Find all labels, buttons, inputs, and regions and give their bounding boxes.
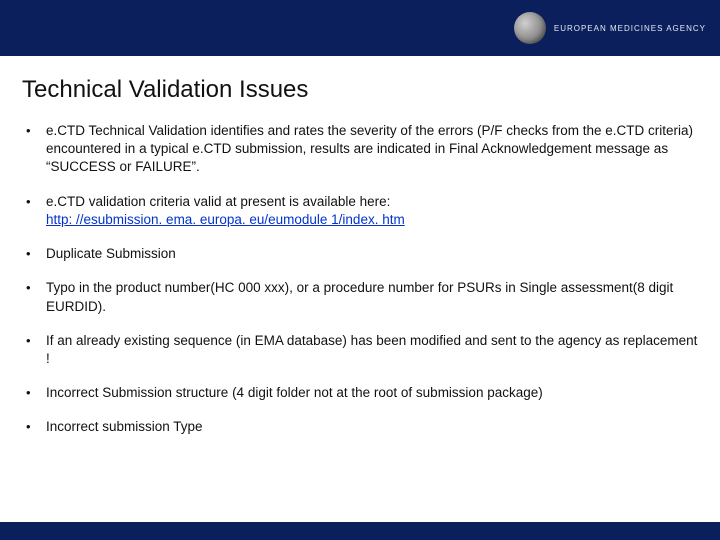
bullet-list: e.CTD Technical Validation identifies an… [22,122,698,437]
list-item: Incorrect Submission structure (4 digit … [22,384,698,402]
bullet-text: If an already existing sequence (in EMA … [46,333,697,366]
list-item: Incorrect submission Type [22,418,698,436]
list-item: Duplicate Submission [22,245,698,263]
bullet-text: Incorrect Submission structure (4 digit … [46,385,543,400]
slide-content: Technical Validation Issues e.CTD Techni… [0,56,720,437]
agency-label: EUROPEAN MEDICINES AGENCY [554,24,706,33]
bullet-text: e.CTD Technical Validation identifies an… [46,123,693,174]
page-title: Technical Validation Issues [22,76,698,104]
list-item: e.CTD Technical Validation identifies an… [22,122,698,177]
bullet-text: Typo in the product number(HC 000 xxx), … [46,280,673,313]
list-item: e.CTD validation criteria valid at prese… [22,193,698,229]
list-item: Typo in the product number(HC 000 xxx), … [22,279,698,315]
footer-bar [0,522,720,540]
bullet-text: e.CTD validation criteria valid at prese… [46,194,390,209]
list-item: If an already existing sequence (in EMA … [22,332,698,368]
criteria-link[interactable]: http: //esubmission. ema. europa. eu/eum… [46,212,405,227]
agency-logo-icon [514,12,546,44]
bullet-text: Duplicate Submission [46,246,176,261]
agency-logo: EUROPEAN MEDICINES AGENCY [514,12,706,44]
bullet-text: Incorrect submission Type [46,419,203,434]
header-bar: EUROPEAN MEDICINES AGENCY [0,0,720,56]
